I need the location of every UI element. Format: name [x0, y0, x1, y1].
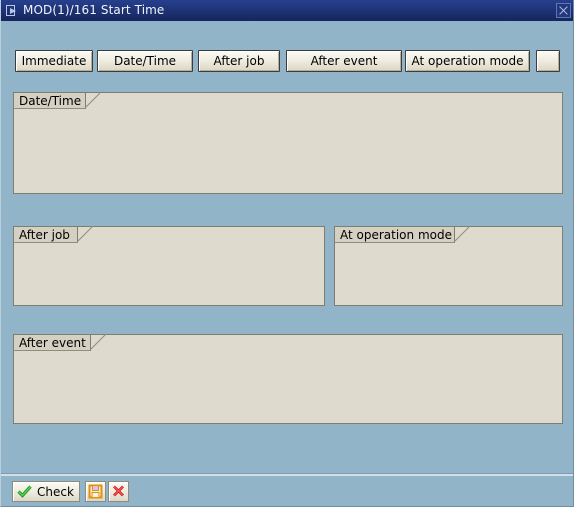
date-time-button[interactable]: Date/Time	[97, 50, 193, 72]
after-event-button[interactable]: After event	[286, 50, 402, 72]
document-edit-icon	[6, 4, 19, 17]
after-job-panel: After job	[13, 226, 325, 306]
cancel-x-icon	[113, 485, 124, 497]
date-time-panel: Date/Time	[13, 92, 563, 194]
immediate-button[interactable]: Immediate	[15, 50, 93, 72]
bottom-toolbar: Check	[1, 476, 573, 506]
check-button[interactable]: Check	[12, 481, 80, 502]
at-operation-mode-button[interactable]: At operation mode	[405, 50, 530, 72]
after-event-panel-tab: After event	[13, 334, 91, 351]
after-event-panel: After event	[13, 334, 563, 424]
at-operation-mode-panel: At operation mode	[334, 226, 563, 306]
at-operation-mode-panel-tab: At operation mode	[334, 226, 455, 243]
start-time-option-buttons: Immediate Date/Time After job After even…	[1, 50, 573, 72]
date-time-panel-title: Date/Time	[19, 93, 82, 108]
at-operation-mode-panel-slant	[454, 226, 471, 243]
at-operation-mode-panel-title: At operation mode	[340, 227, 452, 242]
after-job-panel-slant	[77, 226, 94, 243]
close-icon[interactable]	[556, 3, 571, 18]
window-title: MOD(1)/161 Start Time	[23, 3, 165, 17]
after-event-panel-title: After event	[19, 335, 86, 350]
after-job-panel-tab: After job	[13, 226, 78, 243]
after-job-button[interactable]: After job	[198, 50, 280, 72]
checkmark-icon	[17, 484, 32, 499]
save-floppy-icon	[88, 484, 103, 499]
cancel-button[interactable]	[108, 481, 129, 502]
date-time-panel-tab: Date/Time	[13, 92, 86, 109]
title-bar: MOD(1)/161 Start Time	[1, 0, 573, 21]
date-time-panel-slant	[85, 92, 102, 109]
after-job-panel-title: After job	[19, 227, 70, 242]
check-button-label: Check	[37, 484, 74, 499]
save-button[interactable]	[85, 481, 106, 502]
after-event-panel-slant	[90, 334, 107, 351]
extra-button[interactable]	[536, 50, 560, 72]
start-time-dialog: MOD(1)/161 Start Time Immediate Date/Tim…	[0, 0, 574, 507]
